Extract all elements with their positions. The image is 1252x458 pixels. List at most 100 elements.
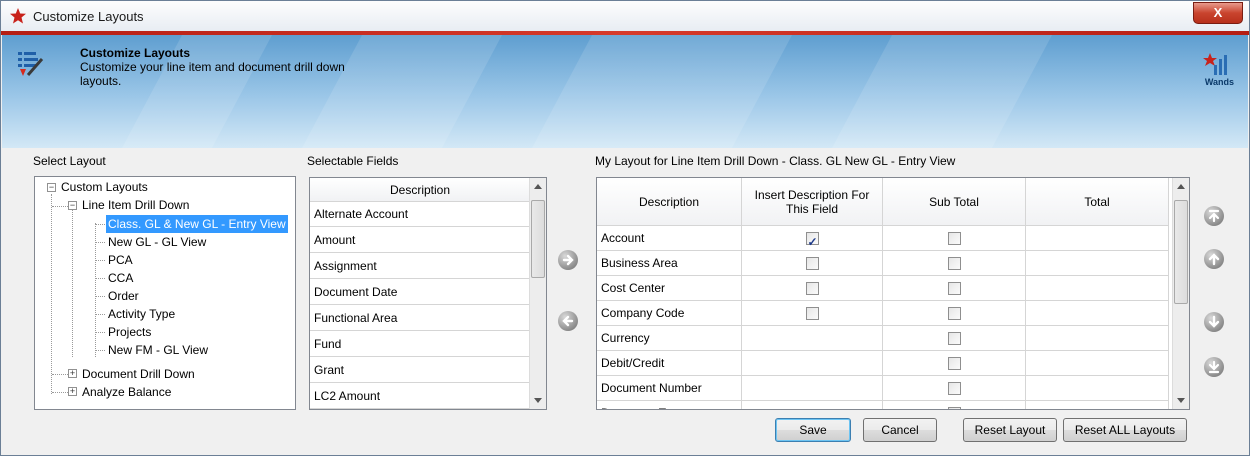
close-button[interactable]: X — [1193, 2, 1243, 24]
select-layout-label: Select Layout — [33, 154, 106, 168]
table-cell — [1026, 301, 1169, 326]
my-layout-grid[interactable]: Description Insert Description For This … — [596, 177, 1190, 410]
move-to-bottom-icon[interactable] — [1204, 357, 1224, 377]
column-header-description[interactable]: Description — [597, 178, 742, 226]
expand-icon[interactable]: + — [68, 387, 77, 396]
move-to-top-icon[interactable] — [1204, 206, 1224, 226]
tree-node-line-item-drill-down[interactable]: Line Item Drill Down — [82, 196, 189, 214]
table-cell — [883, 401, 1026, 409]
column-header-description[interactable]: Description — [310, 178, 530, 202]
table-cell — [883, 226, 1026, 251]
window-title: Customize Layouts — [33, 9, 144, 24]
table-cell — [1026, 276, 1169, 301]
insert-description-checkbox[interactable] — [805, 230, 819, 255]
scroll-down-arrow-icon[interactable] — [534, 398, 542, 403]
tree-node-custom-layouts[interactable]: Custom Layouts — [61, 178, 148, 196]
sub-total-checkbox[interactable] — [947, 382, 961, 395]
list-item[interactable]: Fund — [310, 332, 530, 357]
selectable-fields-scrollbar[interactable] — [529, 178, 546, 409]
sub-total-checkbox[interactable] — [947, 357, 961, 370]
table-cell — [1026, 226, 1169, 251]
app-star-icon — [10, 8, 26, 24]
selectable-fields-label: Selectable Fields — [307, 154, 399, 168]
table-cell — [883, 301, 1026, 326]
sub-total-checkbox[interactable] — [947, 282, 961, 295]
list-item[interactable]: Alternate Account — [310, 202, 530, 227]
tree-node-new-gl-gl-view[interactable]: New GL - GL View — [108, 233, 206, 251]
tree-node-new-fm-gl-view[interactable]: New FM - GL View — [108, 341, 208, 359]
move-down-icon[interactable] — [1204, 312, 1224, 332]
table-cell — [883, 326, 1026, 351]
table-cell — [883, 376, 1026, 401]
sub-total-checkbox[interactable] — [947, 232, 961, 245]
reset-layout-button[interactable]: Reset Layout — [963, 418, 1057, 442]
sub-total-checkbox[interactable] — [947, 405, 961, 409]
move-up-icon[interactable] — [1204, 249, 1224, 269]
tree-node-analyze-balance[interactable]: Analyze Balance — [82, 383, 171, 401]
insert-description-checkbox[interactable] — [805, 282, 819, 295]
my-layout-scrollbar[interactable] — [1172, 178, 1189, 409]
collapse-icon[interactable]: − — [47, 183, 56, 192]
save-button[interactable]: Save — [775, 418, 851, 442]
table-cell-description[interactable]: Currency — [597, 326, 742, 351]
table-cell — [742, 401, 883, 409]
tree-node-cca[interactable]: CCA — [108, 269, 133, 287]
scroll-thumb[interactable] — [1174, 200, 1188, 304]
table-cell — [742, 226, 883, 255]
scroll-down-arrow-icon[interactable] — [1177, 398, 1185, 403]
table-cell-description[interactable]: Document Number — [597, 376, 742, 401]
list-item[interactable]: Amount — [310, 228, 530, 253]
scroll-up-arrow-icon[interactable] — [1177, 184, 1185, 189]
table-cell — [883, 351, 1026, 376]
table-cell — [742, 276, 883, 301]
tree-node-class-gl-entry-view[interactable]: Class. GL & New GL - Entry View — [106, 215, 288, 233]
list-item[interactable]: Assignment — [310, 254, 530, 279]
banner-description: Customize your line item and document dr… — [80, 60, 345, 88]
table-cell — [742, 251, 883, 276]
remove-field-arrow-left-icon[interactable] — [558, 311, 578, 331]
header-banner: Customize Layouts Customize your line it… — [2, 35, 1248, 148]
tree-node-projects[interactable]: Projects — [108, 323, 151, 341]
scroll-thumb[interactable] — [531, 200, 545, 278]
add-field-arrow-right-icon[interactable] — [558, 250, 578, 270]
table-cell — [1026, 251, 1169, 276]
selectable-fields-grid[interactable]: Description Alternate Account Amount Ass… — [309, 177, 547, 410]
expand-icon[interactable]: + — [68, 369, 77, 378]
column-header-sub-total[interactable]: Sub Total — [883, 178, 1026, 226]
list-item[interactable]: Document Date — [310, 280, 530, 305]
sub-total-checkbox[interactable] — [947, 257, 961, 270]
collapse-icon[interactable]: − — [68, 201, 77, 210]
list-item[interactable]: Functional Area — [310, 306, 530, 331]
scroll-up-arrow-icon[interactable] — [534, 184, 542, 189]
table-cell — [742, 301, 883, 326]
customize-layout-icon — [18, 52, 44, 76]
tree-node-pca[interactable]: PCA — [108, 251, 133, 269]
tree-node-document-drill-down[interactable]: Document Drill Down — [82, 365, 195, 383]
reset-all-layouts-button[interactable]: Reset ALL Layouts — [1063, 418, 1187, 442]
insert-description-checkbox[interactable] — [805, 257, 819, 270]
cancel-button[interactable]: Cancel — [863, 418, 937, 442]
table-cell — [742, 351, 883, 376]
table-cell-description[interactable]: Business Area — [597, 251, 742, 276]
table-cell-description[interactable]: Document Type — [597, 401, 742, 409]
list-item[interactable]: Grant — [310, 358, 530, 383]
customize-layouts-window: Customize Layouts X Customize Layouts Cu… — [0, 0, 1250, 456]
list-item[interactable]: LC2 Amount — [310, 384, 530, 409]
table-cell-description[interactable]: Account — [597, 226, 742, 251]
table-cell-description[interactable]: Debit/Credit — [597, 351, 742, 376]
tree-node-order[interactable]: Order — [108, 287, 139, 305]
table-cell — [883, 251, 1026, 276]
table-cell-description[interactable]: Company Code — [597, 301, 742, 326]
insert-description-checkbox[interactable] — [805, 307, 819, 320]
sub-total-checkbox[interactable] — [947, 332, 961, 345]
sub-total-checkbox[interactable] — [947, 307, 961, 320]
table-cell-description[interactable]: Cost Center — [597, 276, 742, 301]
table-cell — [1026, 401, 1169, 409]
column-header-total[interactable]: Total — [1026, 178, 1169, 226]
table-cell — [1026, 326, 1169, 351]
tree-node-activity-type[interactable]: Activity Type — [108, 305, 175, 323]
table-cell — [1026, 351, 1169, 376]
column-header-insert-description[interactable]: Insert Description For This Field — [742, 178, 883, 226]
layout-tree[interactable]: − Custom Layouts − Line Item Drill Down … — [34, 176, 296, 410]
my-layout-label: My Layout for Line Item Drill Down - Cla… — [595, 154, 956, 168]
